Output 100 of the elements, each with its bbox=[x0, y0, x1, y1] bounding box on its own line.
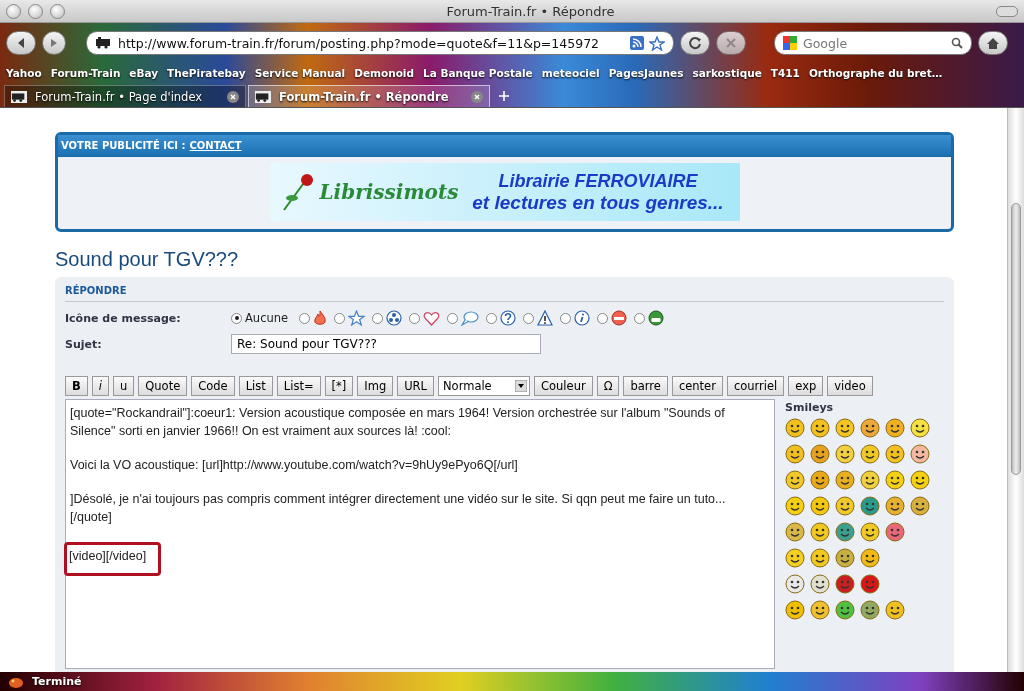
close-icon[interactable] bbox=[227, 90, 239, 103]
bookmark-link[interactable]: La Banque Postale bbox=[422, 67, 533, 79]
bookmark-link[interactable]: ThePiratebay bbox=[167, 67, 246, 79]
zoom-button[interactable] bbox=[50, 3, 65, 19]
smiley-icon[interactable] bbox=[810, 418, 830, 438]
format-button[interactable]: Img bbox=[357, 376, 394, 396]
radio-button[interactable] bbox=[560, 312, 572, 324]
radio-button[interactable] bbox=[299, 312, 311, 324]
bookmark-link[interactable]: Orthographe du bret… bbox=[808, 67, 943, 79]
bookmark-link[interactable]: Demonoid bbox=[354, 67, 414, 79]
smiley-icon[interactable] bbox=[860, 574, 880, 594]
reload-button[interactable] bbox=[680, 31, 710, 55]
smiley-icon[interactable] bbox=[810, 444, 830, 464]
smiley-icon[interactable] bbox=[810, 522, 830, 542]
smiley-icon[interactable] bbox=[860, 522, 880, 542]
stop-button[interactable] bbox=[716, 31, 746, 55]
smiley-icon[interactable] bbox=[885, 418, 905, 438]
smiley-icon[interactable] bbox=[835, 522, 855, 542]
smiley-icon[interactable] bbox=[835, 418, 855, 438]
new-tab-icon[interactable] bbox=[498, 90, 510, 102]
smiley-icon[interactable] bbox=[810, 496, 830, 516]
smiley-icon[interactable] bbox=[835, 600, 855, 620]
home-button[interactable] bbox=[978, 31, 1008, 55]
contact-link[interactable]: CONTACT bbox=[189, 140, 242, 151]
format-button[interactable]: Code bbox=[191, 376, 235, 396]
format-button[interactable]: u bbox=[112, 376, 135, 396]
smiley-icon[interactable] bbox=[860, 600, 880, 620]
smiley-icon[interactable] bbox=[860, 444, 880, 464]
bookmark-link[interactable]: eBay bbox=[129, 67, 159, 79]
banner-ad[interactable]: Librissimots Librairie FERROVIAIRE et lectures en tous genres... bbox=[269, 163, 740, 221]
format-button[interactable]: B bbox=[65, 376, 88, 396]
smiley-icon[interactable] bbox=[910, 470, 930, 490]
smiley-icon[interactable] bbox=[835, 496, 855, 516]
format-button[interactable]: courriel bbox=[726, 376, 785, 396]
smiley-icon[interactable] bbox=[835, 548, 855, 568]
back-button[interactable] bbox=[6, 31, 36, 55]
smiley-icon[interactable] bbox=[785, 574, 805, 594]
smiley-icon[interactable] bbox=[860, 470, 880, 490]
format-button[interactable]: i bbox=[91, 376, 109, 396]
smiley-icon[interactable] bbox=[785, 522, 805, 542]
search-bar[interactable]: Google bbox=[774, 31, 972, 55]
radio-button[interactable] bbox=[409, 312, 421, 324]
format-button[interactable]: Couleur bbox=[534, 376, 593, 396]
browser-tab[interactable]: Forum-Train.fr • Page d'index bbox=[4, 85, 246, 107]
smiley-icon[interactable] bbox=[885, 496, 905, 516]
radio-button[interactable] bbox=[634, 312, 646, 324]
smiley-icon[interactable] bbox=[785, 496, 805, 516]
minimize-button[interactable] bbox=[28, 3, 43, 19]
bookmark-link[interactable]: T411 bbox=[770, 67, 800, 79]
smiley-icon[interactable] bbox=[860, 418, 880, 438]
radio-button[interactable] bbox=[523, 312, 535, 324]
smiley-icon[interactable] bbox=[810, 600, 830, 620]
toolbar-toggle-button[interactable] bbox=[996, 5, 1018, 17]
close-icon[interactable] bbox=[471, 90, 483, 103]
bookmark-link[interactable]: Service Manual bbox=[254, 67, 346, 79]
smiley-icon[interactable] bbox=[910, 444, 930, 464]
smiley-icon[interactable] bbox=[785, 600, 805, 620]
smiley-icon[interactable] bbox=[835, 444, 855, 464]
format-button[interactable]: video bbox=[827, 376, 873, 396]
smiley-icon[interactable] bbox=[860, 496, 880, 516]
close-button[interactable] bbox=[6, 3, 21, 19]
format-button[interactable]: [*] bbox=[324, 376, 354, 396]
browser-tab[interactable]: Forum-Train.fr • Répondre bbox=[248, 85, 490, 107]
smiley-icon[interactable] bbox=[785, 470, 805, 490]
smiley-icon[interactable] bbox=[885, 444, 905, 464]
bookmark-link[interactable]: Yahoo bbox=[6, 67, 42, 79]
rss-icon[interactable] bbox=[630, 36, 644, 50]
format-button[interactable]: List bbox=[238, 376, 273, 396]
radio-button[interactable] bbox=[231, 312, 242, 324]
address-field[interactable]: http://www.forum-train.fr/forum/posting.php?mode=quote&f=11&p=145972 bbox=[86, 31, 674, 55]
bookmark-link[interactable]: sarkostique bbox=[692, 67, 762, 79]
smiley-icon[interactable] bbox=[885, 470, 905, 490]
search-field[interactable]: Google bbox=[801, 34, 947, 52]
bookmark-link[interactable]: Forum-Train bbox=[50, 67, 121, 79]
radio-button[interactable] bbox=[334, 312, 346, 324]
format-button[interactable]: URL bbox=[397, 376, 434, 396]
scrollbar[interactable] bbox=[1007, 108, 1024, 672]
smiley-icon[interactable] bbox=[810, 470, 830, 490]
radio-button[interactable] bbox=[372, 312, 384, 324]
format-button[interactable]: exp bbox=[788, 376, 824, 396]
smiley-icon[interactable] bbox=[835, 470, 855, 490]
smiley-icon[interactable] bbox=[835, 574, 855, 594]
size-dropdown[interactable]: Normale bbox=[438, 376, 530, 396]
smiley-icon[interactable] bbox=[785, 444, 805, 464]
radio-button[interactable] bbox=[447, 312, 459, 324]
format-button[interactable]: Ω bbox=[596, 376, 620, 396]
message-field[interactable] bbox=[65, 399, 775, 669]
bookmark-link[interactable]: meteociel bbox=[541, 67, 600, 79]
smiley-icon[interactable] bbox=[910, 418, 930, 438]
smiley-icon[interactable] bbox=[910, 496, 930, 516]
smiley-icon[interactable] bbox=[885, 522, 905, 542]
smiley-icon[interactable] bbox=[785, 548, 805, 568]
smiley-icon[interactable] bbox=[785, 418, 805, 438]
smiley-icon[interactable] bbox=[810, 574, 830, 594]
format-button[interactable]: barre bbox=[623, 376, 668, 396]
smiley-icon[interactable] bbox=[860, 548, 880, 568]
radio-button[interactable] bbox=[486, 312, 498, 324]
forward-button[interactable] bbox=[42, 31, 66, 55]
format-button[interactable]: List= bbox=[276, 376, 321, 396]
smiley-icon[interactable] bbox=[885, 600, 905, 620]
